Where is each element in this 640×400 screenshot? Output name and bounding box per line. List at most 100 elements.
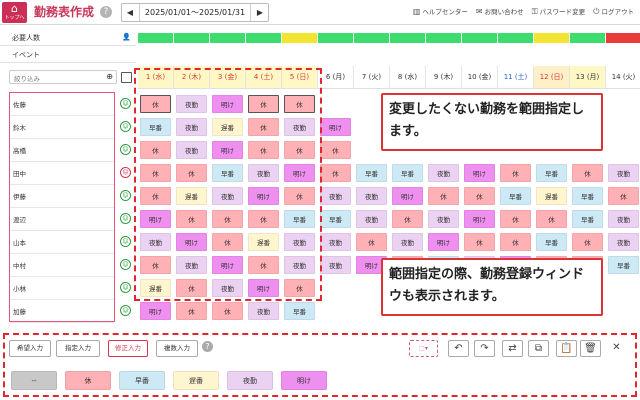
staff-row[interactable]: 中村 xyxy=(10,254,114,277)
shift-cell[interactable]: 休 xyxy=(572,233,603,251)
shift-cell[interactable]: 夜勤 xyxy=(212,279,243,297)
shift-cell[interactable]: 明け xyxy=(464,210,495,228)
prev-period-button[interactable]: ◀ xyxy=(123,4,137,21)
shift-cell[interactable]: 夜勤 xyxy=(248,302,279,320)
palette-早番[interactable]: 早番 xyxy=(119,371,165,390)
staff-row[interactable]: 山本 xyxy=(10,231,114,254)
shift-cell[interactable]: 休 xyxy=(176,302,207,320)
shift-cell[interactable]: 早番 xyxy=(320,210,351,228)
shift-cell[interactable]: 夜勤 xyxy=(608,233,639,251)
date-header[interactable]: 10 (金) xyxy=(462,66,498,89)
shift-cell[interactable]: 夜勤 xyxy=(428,164,459,182)
staff-row[interactable]: 加藤 xyxy=(10,300,114,323)
shift-cell[interactable]: 休 xyxy=(140,164,171,182)
range-select-icon[interactable]: ⬚▾ xyxy=(409,340,438,357)
shift-cell[interactable]: 夜勤 xyxy=(320,233,351,251)
shift-cell[interactable]: 夜勤 xyxy=(212,187,243,205)
date-header[interactable]: 11 (土) xyxy=(498,66,534,89)
shift-cell[interactable]: 早番 xyxy=(140,118,171,136)
paste-icon[interactable]: 📋 xyxy=(556,340,577,357)
shift-cell[interactable]: 明け xyxy=(284,164,315,182)
shift-cell[interactable]: 夜勤 xyxy=(176,95,207,113)
shift-cell[interactable]: 夜勤 xyxy=(176,256,207,274)
staff-row[interactable]: 小林 xyxy=(10,277,114,300)
date-header[interactable]: 7 (火) xyxy=(354,66,390,89)
shift-cell[interactable]: 夜勤 xyxy=(176,118,207,136)
date-header[interactable]: 8 (水) xyxy=(390,66,426,89)
shift-cell[interactable]: 休 xyxy=(248,118,279,136)
shift-cell[interactable]: 夜勤 xyxy=(356,187,387,205)
shift-cell[interactable]: 明け xyxy=(248,187,279,205)
staff-row[interactable]: 伊藤 xyxy=(10,185,114,208)
shift-cell[interactable]: 夜勤 xyxy=(176,141,207,159)
staff-row[interactable]: 鈴木 xyxy=(10,116,114,139)
date-header[interactable]: 2 (木) xyxy=(174,66,210,89)
staff-row[interactable]: 田中 xyxy=(10,162,114,185)
shift-cell[interactable]: 明け xyxy=(140,210,171,228)
shift-cell[interactable]: 早番 xyxy=(536,233,567,251)
person-icon[interactable]: 👤 xyxy=(122,33,131,42)
shift-cell[interactable]: 遅番 xyxy=(176,187,207,205)
mode-button-3[interactable]: 修正入力 xyxy=(108,340,148,357)
shift-cell[interactable]: 明け xyxy=(248,279,279,297)
panel-toggle-icon[interactable] xyxy=(121,72,132,83)
zoom-icon[interactable]: ⊕ xyxy=(106,72,113,81)
close-icon[interactable]: ✕ xyxy=(606,340,627,357)
date-header[interactable]: 1 (水) xyxy=(138,66,174,89)
shift-cell[interactable]: 休 xyxy=(176,164,207,182)
palette-夜勤[interactable]: 夜勤 xyxy=(227,371,273,390)
date-header[interactable]: 4 (土) xyxy=(246,66,282,89)
date-header[interactable]: 9 (木) xyxy=(426,66,462,89)
shift-cell[interactable]: 夜勤 xyxy=(284,118,315,136)
shift-cell[interactable]: 休 xyxy=(320,141,351,159)
header-link-mail[interactable]: ✉ お問い合わせ xyxy=(476,5,524,19)
shift-cell[interactable]: 遅番 xyxy=(140,279,171,297)
swap-icon[interactable]: ⇄ xyxy=(502,340,523,357)
shift-cell[interactable]: 夜勤 xyxy=(428,210,459,228)
shift-cell[interactable]: 休 xyxy=(140,256,171,274)
shift-cell[interactable]: 明け xyxy=(212,95,243,113)
shift-cell[interactable]: 夜勤 xyxy=(392,233,423,251)
shift-cell[interactable]: 休 xyxy=(392,210,423,228)
shift-cell[interactable]: 休 xyxy=(536,210,567,228)
shift-cell[interactable]: 休 xyxy=(140,141,171,159)
date-header[interactable]: 14 (火) xyxy=(606,66,640,89)
shift-cell[interactable]: 明け xyxy=(392,187,423,205)
shift-cell[interactable]: 休 xyxy=(140,95,171,113)
shift-cell[interactable]: 夜勤 xyxy=(140,233,171,251)
shift-cell[interactable]: 明け xyxy=(464,164,495,182)
help-icon[interactable]: ? xyxy=(100,6,112,18)
undo-icon[interactable]: ↶ xyxy=(448,340,469,357)
shift-cell[interactable]: 休 xyxy=(464,233,495,251)
shift-cell[interactable]: 早番 xyxy=(608,256,639,274)
date-header[interactable]: 3 (金) xyxy=(210,66,246,89)
mode-button-4[interactable]: 複数入力 xyxy=(156,340,198,357)
shift-cell[interactable]: 早番 xyxy=(536,164,567,182)
staff-row[interactable]: 渡辺 xyxy=(10,208,114,231)
shift-cell[interactable]: 休 xyxy=(176,279,207,297)
shift-cell[interactable]: 明け xyxy=(212,256,243,274)
shift-cell[interactable]: 早番 xyxy=(356,164,387,182)
shift-cell[interactable]: 休 xyxy=(284,95,315,113)
shift-cell[interactable]: 早番 xyxy=(500,187,531,205)
shift-cell[interactable]: 休 xyxy=(248,256,279,274)
shift-cell[interactable]: 休 xyxy=(428,187,459,205)
toolbar-help-icon[interactable]: ? xyxy=(202,341,213,352)
shift-cell[interactable]: 夜勤 xyxy=(248,164,279,182)
home-button[interactable]: ⌂ トップへ xyxy=(2,2,27,23)
shift-cell[interactable]: 休 xyxy=(500,210,531,228)
shift-cell[interactable]: 休 xyxy=(248,210,279,228)
shift-cell[interactable]: 休 xyxy=(140,187,171,205)
date-range-text[interactable]: 2025/01/01～2025/01/31 xyxy=(139,4,251,21)
shift-cell[interactable]: 遅番 xyxy=(536,187,567,205)
shift-cell[interactable]: 夜勤 xyxy=(608,164,639,182)
staff-row[interactable]: 佐藤 xyxy=(10,93,114,116)
shift-cell[interactable]: 休 xyxy=(464,187,495,205)
next-period-button[interactable]: ▶ xyxy=(253,4,267,21)
shift-cell[interactable]: 休 xyxy=(248,95,279,113)
shift-cell[interactable]: 明け xyxy=(140,302,171,320)
shift-cell[interactable]: 夜勤 xyxy=(320,256,351,274)
shift-cell[interactable]: 早番 xyxy=(572,210,603,228)
shift-cell[interactable]: 明け xyxy=(428,233,459,251)
palette-遅番[interactable]: 遅番 xyxy=(173,371,219,390)
